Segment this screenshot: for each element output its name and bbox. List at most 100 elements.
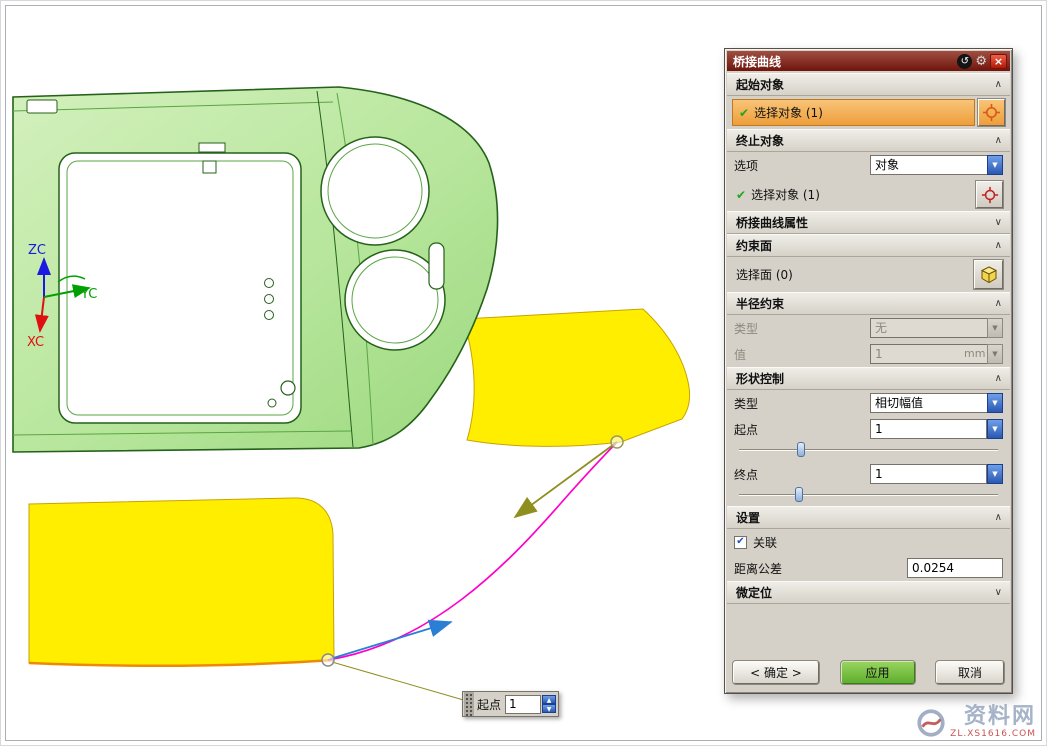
point-dialog-button-end[interactable] — [976, 181, 1003, 208]
point-dialog-button-start[interactable] — [978, 99, 1005, 126]
start-point-handle[interactable] — [322, 654, 334, 666]
crosshair-icon — [982, 103, 1001, 122]
spin-down-icon[interactable]: ▼ — [987, 419, 1003, 439]
chevron-up-icon[interactable]: ∧ — [995, 79, 1002, 90]
yellow-sheet-lower[interactable] — [29, 498, 334, 666]
shape-type-value: 相切幅值 — [870, 393, 987, 413]
select-object-start[interactable]: ✔ 选择对象 (1) — [732, 99, 975, 126]
spin-down-icon: ▼ — [987, 344, 1003, 364]
site-watermark: 资料网 ZL.XS1616.COM — [916, 706, 1036, 739]
option-label: 选项 — [734, 157, 758, 174]
crosshair-icon — [981, 186, 999, 204]
chevron-up-icon[interactable]: ∧ — [995, 512, 1002, 523]
start-tangent-arrow[interactable] — [330, 622, 451, 659]
select-face-label: 选择面 (0) — [736, 266, 793, 283]
gear-icon[interactable]: ⚙ — [975, 54, 987, 69]
radius-type-value: 无 — [870, 318, 987, 338]
section-radius-constraint[interactable]: 半径约束 ∧ — [727, 292, 1010, 315]
spin-up-icon[interactable]: ▲ — [542, 695, 556, 704]
yellow-sheet-upper[interactable] — [463, 309, 690, 446]
select-object-end-label: 选择对象 (1) — [751, 186, 820, 203]
watermark-url: ZL.XS1616.COM — [950, 729, 1036, 739]
section-bridge-curve-properties[interactable]: 桥接曲线属性 ∨ — [727, 211, 1010, 234]
spin-down-icon[interactable]: ▼ — [987, 464, 1003, 484]
select-object-start-label: 选择对象 (1) — [754, 104, 823, 121]
shape-start-input[interactable] — [870, 419, 987, 439]
start-point-spinner: ▲ ▼ — [542, 695, 556, 713]
reset-icon[interactable]: ↺ — [957, 54, 972, 69]
slider-track — [739, 449, 998, 451]
section-micro-positioning[interactable]: 微定位 ∨ — [727, 581, 1010, 604]
checkbox-check-icon: ✔ — [736, 537, 744, 547]
spin-down-icon[interactable]: ▼ — [542, 704, 556, 713]
slider-thumb[interactable] — [797, 442, 805, 457]
associative-checkbox[interactable]: ✔ — [734, 536, 747, 549]
select-object-end[interactable]: ✔ 选择对象 (1) — [734, 186, 976, 203]
section-end-object[interactable]: 终止对象 ∧ — [727, 129, 1010, 152]
chevron-up-icon[interactable]: ∧ — [995, 240, 1002, 251]
dialog-titlebar[interactable]: 桥接曲线 ↺ ⚙ × — [727, 51, 1010, 71]
section-title: 约束面 — [736, 237, 772, 254]
shape-start-label: 起点 — [734, 421, 758, 438]
shape-start-spinbox: ▼ — [870, 419, 1003, 439]
close-icon[interactable]: × — [990, 54, 1007, 69]
bridge-curve-dialog: 桥接曲线 ↺ ⚙ × 起始对象 ∧ ✔ 选择对象 (1) — [724, 48, 1013, 694]
chevron-up-icon[interactable]: ∧ — [995, 135, 1002, 146]
shape-start-slider[interactable] — [739, 442, 998, 457]
watermark-name: 资料网 — [964, 706, 1036, 728]
apply-button[interactable]: 应用 — [841, 661, 915, 684]
select-face-row: 选择面 (0) — [727, 257, 1010, 292]
radius-value: 1 — [870, 344, 961, 364]
drag-handle[interactable] — [464, 692, 474, 716]
associative-label: 关联 — [753, 534, 777, 551]
shape-type-label: 类型 — [734, 395, 758, 412]
chevron-down-icon[interactable]: ∨ — [995, 587, 1002, 598]
dialog-title: 桥接曲线 — [733, 53, 957, 70]
start-point-mini-toolbar: 起点 ▲ ▼ — [462, 691, 559, 717]
end-point-handle[interactable] — [611, 436, 623, 448]
shape-end-spinbox: ▼ — [870, 464, 1003, 484]
slider-track — [739, 494, 998, 496]
shape-type-row: 类型 相切幅值 ▼ — [727, 390, 1010, 416]
dialog-body: 起始对象 ∧ ✔ 选择对象 (1) — [725, 73, 1012, 693]
tolerance-row: 距离公差 — [727, 555, 1010, 581]
chevron-up-icon[interactable]: ∧ — [995, 298, 1002, 309]
shape-end-input[interactable] — [870, 464, 987, 484]
start-point-input[interactable] — [505, 695, 541, 714]
tolerance-label: 距离公差 — [734, 560, 782, 577]
start-point-label: 起点 — [477, 696, 501, 713]
end-tangent-arrow[interactable] — [515, 442, 617, 517]
dropdown-arrow-icon: ▼ — [987, 318, 1003, 338]
tolerance-input[interactable] — [907, 558, 1003, 578]
cancel-button[interactable]: 取消 — [936, 661, 1004, 684]
select-face[interactable]: 选择面 (0) — [734, 266, 974, 283]
end-option-dropdown[interactable]: 对象 ▼ — [870, 155, 1003, 175]
dialog-buttons: < 确定 > 应用 取消 — [727, 656, 1010, 690]
section-title: 终止对象 — [736, 132, 784, 149]
radius-value-label: 值 — [734, 346, 746, 363]
end-option-row: 选项 对象 ▼ — [727, 152, 1010, 178]
shape-type-dropdown[interactable]: 相切幅值 ▼ — [870, 393, 1003, 413]
section-shape-control[interactable]: 形状控制 ∧ — [727, 367, 1010, 390]
chevron-up-icon[interactable]: ∧ — [995, 373, 1002, 384]
shape-end-row: 终点 ▼ — [727, 461, 1010, 487]
shape-start-row: 起点 ▼ — [727, 416, 1010, 442]
radius-type-row: 类型 无 ▼ — [727, 315, 1010, 341]
watermark-logo-icon — [916, 708, 946, 738]
radius-type-dropdown: 无 ▼ — [870, 318, 1003, 338]
section-title: 半径约束 — [736, 295, 784, 312]
face-rule-button[interactable] — [974, 260, 1003, 289]
ok-button[interactable]: < 确定 > — [733, 661, 819, 684]
section-title: 桥接曲线属性 — [736, 214, 808, 231]
shape-end-slider[interactable] — [739, 487, 998, 502]
dropdown-arrow-icon[interactable]: ▼ — [987, 393, 1003, 413]
section-constraint-face[interactable]: 约束面 ∧ — [727, 234, 1010, 257]
slider-thumb[interactable] — [795, 487, 803, 502]
section-title: 起始对象 — [736, 76, 784, 93]
chevron-down-icon[interactable]: ∨ — [995, 217, 1002, 228]
dropdown-arrow-icon[interactable]: ▼ — [987, 155, 1003, 175]
section-start-object[interactable]: 起始对象 ∧ — [727, 73, 1010, 96]
cube-icon — [979, 265, 999, 285]
section-settings[interactable]: 设置 ∧ — [727, 506, 1010, 529]
check-icon: ✔ — [739, 106, 749, 120]
